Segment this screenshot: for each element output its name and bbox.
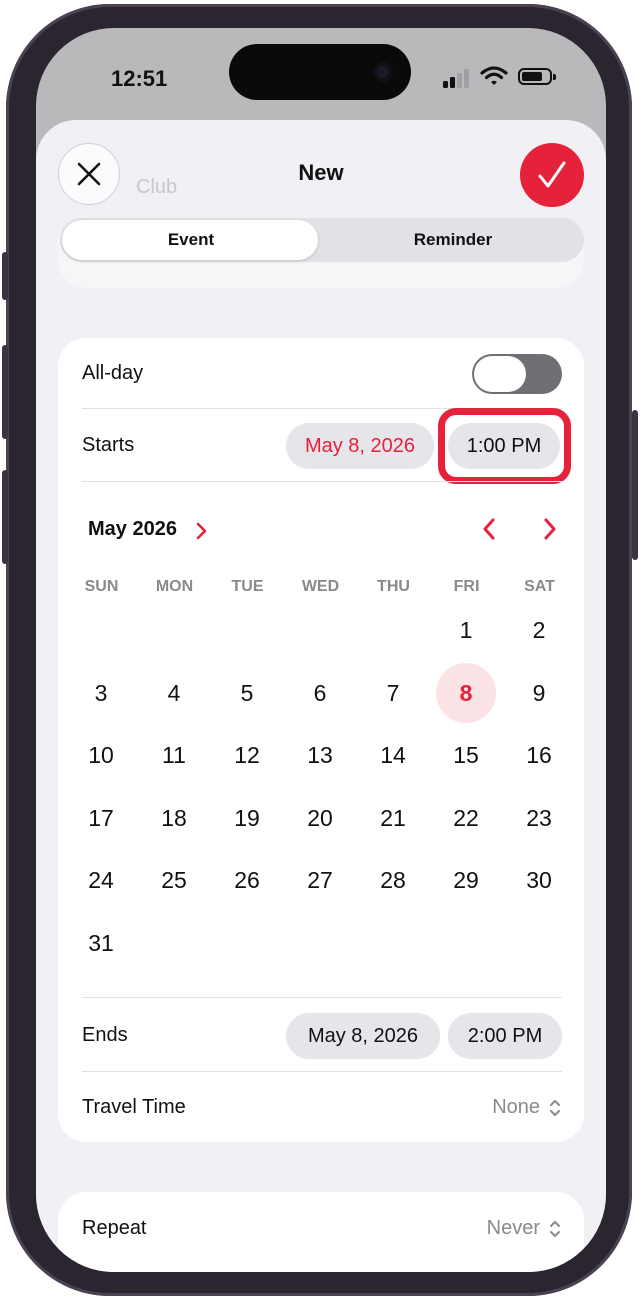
chevron-right-icon (544, 518, 556, 540)
calendar-day-selected[interactable]: 8 (436, 662, 496, 723)
chevron-right-icon[interactable] (196, 522, 208, 540)
weekday-label: SAT (524, 578, 555, 595)
calendar-day[interactable]: 18 (144, 788, 204, 848)
travel-time-label: Travel Time (82, 1096, 186, 1118)
screen: 12:51 Club New Event Reminder All-day St… (36, 28, 606, 1272)
up-down-chevron-icon[interactable] (548, 1219, 562, 1239)
calendar-day[interactable]: 5 (217, 663, 277, 723)
calendar-day[interactable]: 2 (509, 600, 569, 660)
wifi-icon (480, 66, 508, 85)
calendar-day[interactable]: 13 (290, 725, 350, 785)
up-down-chevron-icon[interactable] (548, 1098, 562, 1118)
calendar-day[interactable]: 27 (290, 850, 350, 910)
action-button (2, 252, 8, 300)
starts-label: Starts (82, 434, 135, 456)
toggle-knob (474, 356, 526, 392)
calendar-day[interactable]: 19 (217, 788, 277, 848)
weekday-label: WED (301, 578, 340, 595)
calendar-day[interactable]: 31 (71, 913, 131, 973)
signal-icon (443, 68, 473, 88)
weekday-label: FRI (453, 578, 480, 595)
camera-icon (373, 62, 393, 82)
divider (82, 481, 562, 482)
checkmark-icon (538, 161, 566, 188)
chevron-left-icon (483, 518, 495, 540)
calendar-day[interactable]: 26 (217, 850, 277, 910)
calendar-day[interactable]: 14 (363, 725, 423, 785)
travel-time-value[interactable]: None (492, 1096, 540, 1119)
calendar-day[interactable]: 24 (71, 850, 131, 910)
calendar-day[interactable]: 12 (217, 725, 277, 785)
weekday-label: TUE (231, 578, 264, 595)
calendar-day[interactable]: 29 (436, 850, 496, 910)
volume-up-button (2, 345, 8, 439)
calendar-day[interactable]: 20 (290, 788, 350, 848)
next-month-button[interactable] (535, 514, 565, 544)
calendar-day[interactable]: 9 (509, 663, 569, 723)
calendar-day[interactable]: 6 (290, 663, 350, 723)
allday-toggle[interactable] (472, 354, 562, 394)
done-button[interactable] (520, 143, 584, 207)
month-year-label[interactable]: May 2026 (88, 518, 177, 541)
weekday-label: SUN (84, 578, 119, 595)
calendar-day[interactable]: 7 (363, 663, 423, 723)
calendar-day[interactable]: 25 (144, 850, 204, 910)
ends-time-pill[interactable]: 2:00 PM (448, 1013, 562, 1059)
segment-event[interactable]: Event (60, 230, 322, 250)
status-bar: 12:51 (36, 28, 606, 120)
calendar-day[interactable]: 23 (509, 788, 569, 848)
calendar-day[interactable]: 11 (144, 725, 204, 785)
dynamic-island (229, 44, 411, 100)
power-button (632, 410, 638, 560)
calendar-day[interactable]: 4 (144, 663, 204, 723)
calendar-day[interactable]: 22 (436, 788, 496, 848)
calendar-day[interactable]: 15 (436, 725, 496, 785)
volume-down-button (2, 470, 8, 564)
calendar-day[interactable]: 3 (71, 663, 131, 723)
previous-month-button[interactable] (474, 514, 504, 544)
calendar-day[interactable]: 1 (436, 600, 496, 660)
calendar-day[interactable]: 21 (363, 788, 423, 848)
date-time-card: All-day Starts May 8, 2026 1:00 PM May 2… (58, 338, 584, 1142)
calendar-day[interactable]: 10 (71, 725, 131, 785)
repeat-label: Repeat (82, 1217, 147, 1239)
divider (82, 1071, 562, 1072)
ends-date-pill[interactable]: May 8, 2026 (286, 1013, 440, 1059)
battery-icon (518, 68, 556, 85)
segment-reminder[interactable]: Reminder (322, 230, 584, 250)
weekday-label: THU (377, 578, 410, 595)
calendar-day[interactable]: 16 (509, 725, 569, 785)
ends-label: Ends (82, 1024, 128, 1046)
repeat-card: Repeat Never (58, 1192, 584, 1272)
divider (82, 997, 562, 998)
repeat-value[interactable]: Never (487, 1217, 540, 1240)
event-type-segmented-control: Event Reminder (60, 218, 584, 262)
calendar-day[interactable]: 30 (509, 850, 569, 910)
highlight-box (438, 408, 571, 484)
weekday-label: MON (155, 578, 194, 595)
status-time: 12:51 (111, 66, 168, 91)
calendar-day[interactable]: 17 (71, 788, 131, 848)
new-event-sheet: Club New Event Reminder All-day Starts M… (36, 120, 606, 1272)
allday-label: All-day (82, 362, 144, 384)
starts-date-pill[interactable]: May 8, 2026 (286, 423, 434, 469)
calendar-day[interactable]: 28 (363, 850, 423, 910)
